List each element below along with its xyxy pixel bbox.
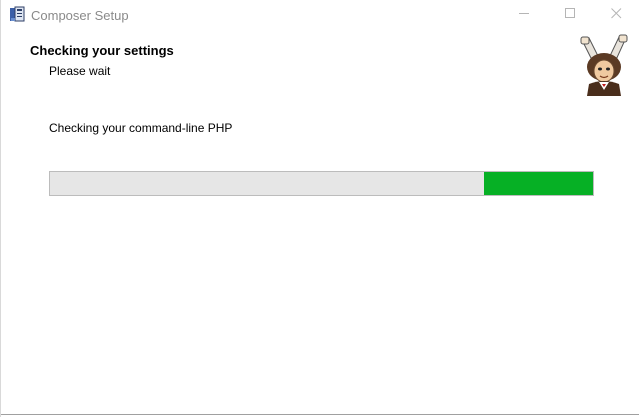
progress-fill [484,172,593,195]
close-button[interactable] [593,0,639,30]
footer-divider [1,414,639,415]
status-text: Checking your command-line PHP [49,121,233,135]
installer-window: Composer Setup Checking your settings Pl… [0,0,639,417]
page-heading: Checking your settings [30,43,174,58]
title-bar[interactable]: Composer Setup [1,0,639,31]
maximize-button[interactable] [547,0,593,30]
close-icon [610,6,622,24]
composer-app-icon [9,6,26,23]
window-title: Composer Setup [31,8,129,23]
minimize-button[interactable] [501,0,547,30]
composer-conductor-logo [575,34,633,96]
page-subheading: Please wait [49,64,111,78]
maximize-icon [564,6,576,24]
progress-bar [49,171,594,196]
minimize-icon [518,6,530,24]
